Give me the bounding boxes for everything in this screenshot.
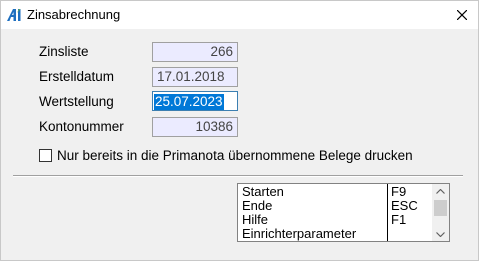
- wertstellung-value: 25.07.2023: [154, 94, 224, 110]
- kontonummer-label: Kontonummer: [39, 119, 124, 134]
- wertstellung-field[interactable]: 25.07.2023: [152, 91, 238, 111]
- zinsliste-label: Zinsliste: [39, 44, 89, 59]
- primanota-checkbox[interactable]: [39, 149, 52, 162]
- list-item-key: ESC: [391, 198, 418, 213]
- list-item-ende[interactable]: Ende ESC: [238, 199, 433, 213]
- dialog-window: Zinsabrechnung Zinsliste 266 Erstelldatu…: [0, 0, 479, 261]
- list-scrollbar[interactable]: [432, 184, 449, 241]
- window-title: Zinsabrechnung: [27, 7, 121, 22]
- scroll-up-icon[interactable]: [432, 184, 449, 198]
- separator-line: [13, 175, 463, 177]
- close-icon: [457, 10, 467, 20]
- list-item-label: Hilfe: [242, 212, 269, 227]
- list-item-label: Starten: [242, 184, 284, 199]
- list-item-label: Einrichterparameter: [242, 226, 357, 241]
- action-list[interactable]: Starten F9 Ende ESC Hilfe F1 Einrichterp…: [237, 183, 450, 242]
- kontonummer-field[interactable]: 10386: [152, 117, 238, 137]
- erstelldatum-field[interactable]: 17.01.2018: [152, 67, 238, 87]
- close-button[interactable]: [446, 1, 478, 29]
- app-logo-icon: [7, 8, 23, 22]
- erstelldatum-label: Erstelldatum: [39, 69, 115, 84]
- list-item-label: Ende: [242, 198, 273, 213]
- list-item-hilfe[interactable]: Hilfe F1: [238, 213, 433, 227]
- zinsliste-field[interactable]: 266: [152, 42, 238, 62]
- list-item-key: F9: [391, 184, 407, 199]
- title-bar: Zinsabrechnung: [1, 1, 478, 29]
- scroll-down-icon[interactable]: [432, 227, 449, 241]
- list-item-key: F1: [391, 212, 407, 227]
- scroll-thumb[interactable]: [434, 200, 447, 216]
- list-item-einrichterparameter[interactable]: Einrichterparameter: [238, 227, 433, 241]
- list-item-starten[interactable]: Starten F9: [238, 185, 433, 199]
- primanota-checkbox-label[interactable]: Nur bereits in die Primanota übernommene…: [57, 148, 413, 163]
- wertstellung-label: Wertstellung: [39, 94, 114, 109]
